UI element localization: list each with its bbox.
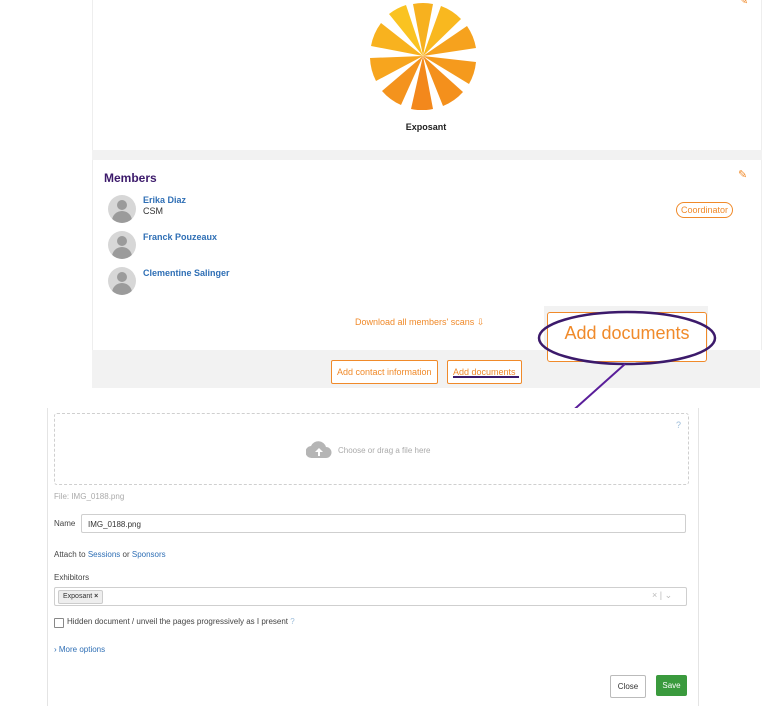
hidden-document-row: Hidden document / unveil the pages progr… (67, 617, 295, 626)
clear-icon[interactable]: × (652, 590, 657, 600)
help-icon[interactable]: ? (290, 617, 294, 626)
exhibitor-tag-label: Exposant (63, 593, 93, 600)
more-options-link[interactable]: › More options (54, 645, 105, 654)
separator: | (659, 590, 663, 600)
tag-remove-icon[interactable]: × (94, 593, 98, 600)
download-scans-link[interactable]: Download all members' scans ⇩ (355, 317, 484, 328)
edit-icon[interactable]: ✎ (739, 0, 751, 7)
add-contact-button[interactable]: Add contact information (331, 360, 438, 384)
attach-or: or (122, 550, 130, 559)
member-name[interactable]: Clementine Salinger (143, 268, 230, 278)
save-button[interactable]: Save (656, 675, 687, 696)
exhibitor-name: Exposant (405, 122, 447, 132)
add-documents-button[interactable]: Add documents (447, 360, 522, 384)
highlight-underline (453, 376, 519, 378)
panel-divider (92, 150, 762, 160)
exhibitor-logo (370, 3, 476, 110)
chevron-down-icon[interactable]: ⌄ (665, 590, 673, 600)
edit-members-icon[interactable]: ✎ (738, 168, 747, 181)
avatar (108, 267, 136, 295)
member-name[interactable]: Franck Pouzeaux (143, 232, 217, 242)
coordinator-badge: Coordinator (676, 202, 734, 218)
name-input[interactable]: IMG_0188.png (81, 514, 686, 533)
member-name[interactable]: Erika Diaz (143, 195, 186, 205)
attach-prefix: Attach to (54, 550, 86, 559)
avatar (108, 195, 136, 223)
download-scans-label: Download all members' scans (355, 317, 475, 327)
cloud-download-icon: ⇩ (476, 317, 485, 327)
help-icon[interactable]: ? (676, 420, 681, 430)
sponsors-link[interactable]: Sponsors (132, 550, 166, 559)
hidden-document-checkbox[interactable] (54, 618, 64, 628)
file-label: File: IMG_0188.png (54, 492, 125, 501)
exhibitors-label: Exhibitors (54, 573, 90, 582)
name-label: Name (54, 519, 76, 528)
dropzone-text: Choose or drag a file here (338, 446, 431, 455)
cloud-upload-icon (306, 441, 332, 459)
avatar (108, 231, 136, 259)
exhibitors-select[interactable] (54, 587, 687, 606)
member-role: CSM (143, 206, 163, 216)
sessions-link[interactable]: Sessions (88, 550, 120, 559)
members-title: Members (104, 171, 157, 185)
callout-label: Add documents (564, 323, 690, 343)
close-button[interactable]: Close (610, 675, 646, 698)
attach-row: Attach to Sessions or Sponsors (54, 550, 166, 559)
select-controls: × | ⌄ (652, 590, 672, 601)
exhibitor-tag: Exposant × (58, 590, 104, 604)
hidden-document-label: Hidden document / unveil the pages progr… (67, 617, 289, 626)
